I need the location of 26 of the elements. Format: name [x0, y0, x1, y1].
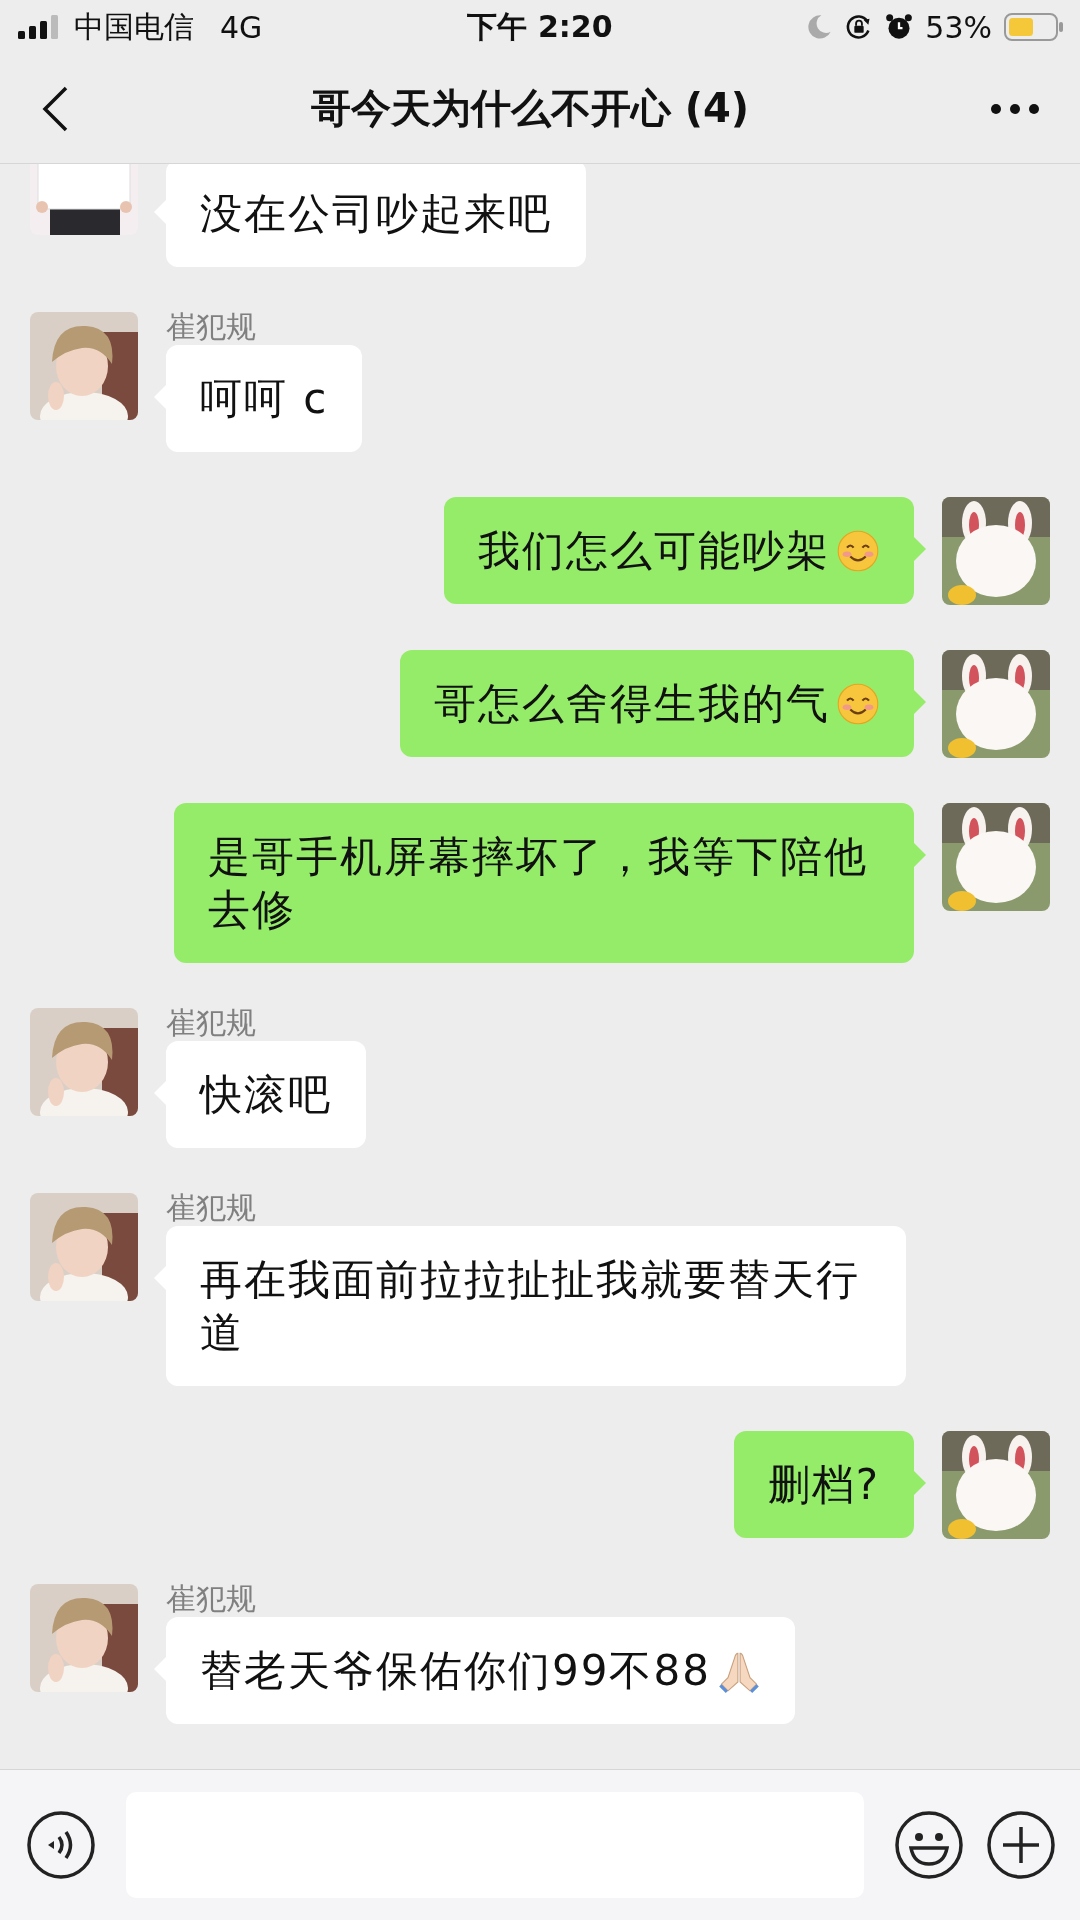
message-text: 快滚吧	[200, 1070, 332, 1119]
battery-icon	[1004, 13, 1064, 41]
message-text: 呵呵 c	[200, 374, 329, 423]
smiling-face-icon	[836, 529, 880, 573]
chat-title: 哥今天为什么不开心 (4)	[310, 84, 750, 133]
sender-name: 崔犯规	[166, 1584, 256, 1614]
sender-name: 崔犯规	[166, 1193, 256, 1223]
sender-name: 崔犯规	[166, 312, 256, 342]
battery-percent: 53%	[925, 9, 992, 45]
message-text: 哥怎么舍得生我的气	[434, 679, 830, 728]
network-type: 4G	[220, 9, 263, 45]
smiling-face-icon	[836, 682, 880, 726]
carrier-name: 中国电信	[74, 7, 194, 46]
sender-name: 崔犯规	[166, 1008, 256, 1038]
emoji-icon[interactable]	[894, 1810, 964, 1880]
message-text: 是哥手机屏幕摔坏了，我等下陪他去修	[208, 832, 868, 934]
message-text: 没在公司吵起来吧	[200, 189, 552, 238]
alarm-clock-icon	[885, 13, 914, 41]
message-text: 删档?	[767, 1460, 880, 1509]
message-text: 替老天爷保佑你们99不88	[200, 1646, 711, 1695]
clock: 下午 2:20	[467, 7, 613, 46]
more-icon[interactable]	[990, 102, 1040, 115]
message-text: 我们怎么可能吵架	[478, 526, 830, 575]
message-text: 再在我面前拉拉扯扯我就要替天行道	[200, 1255, 860, 1357]
voice-icon[interactable]	[26, 1810, 96, 1880]
add-icon[interactable]	[986, 1810, 1056, 1880]
